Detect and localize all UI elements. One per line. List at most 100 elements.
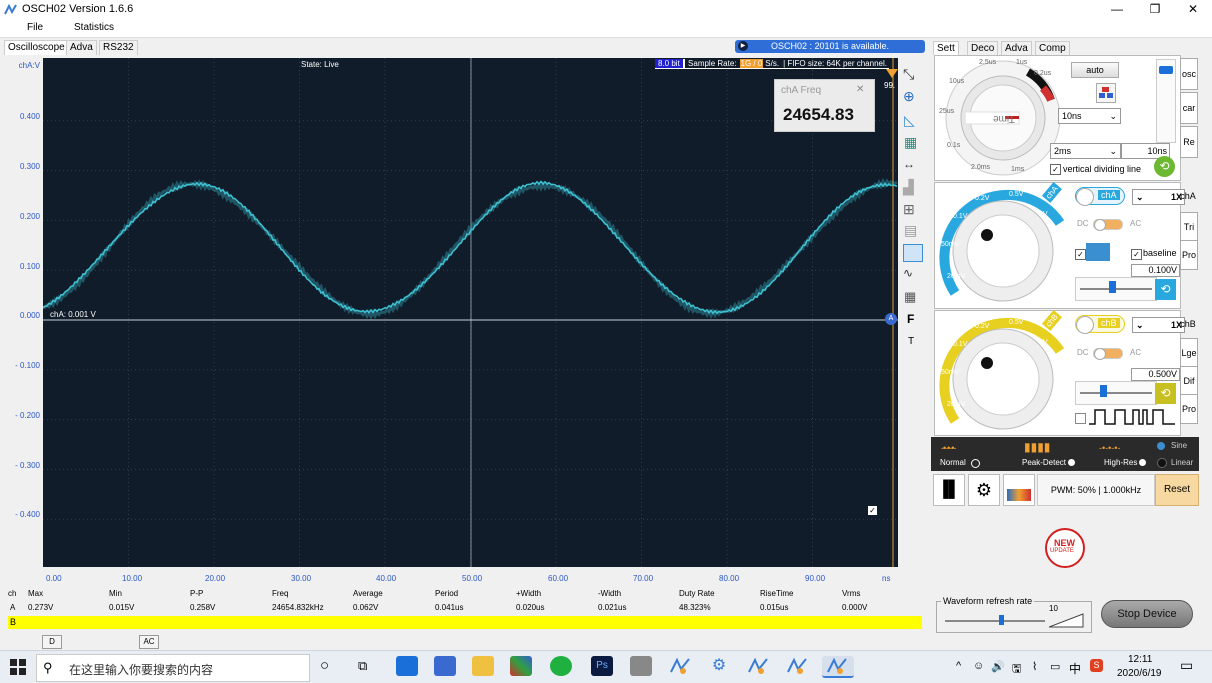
- refresh-rate-thumb[interactable]: [999, 615, 1004, 625]
- reset-button[interactable]: Reset: [1155, 474, 1199, 506]
- channel-a-toggle[interactable]: chA: [1075, 187, 1125, 206]
- network-tool-icon[interactable]: ⚙: [708, 656, 730, 676]
- side-button-lge[interactable]: Lge: [1180, 338, 1198, 368]
- side-button-pro-b[interactable]: Pro: [1180, 394, 1198, 424]
- table-icon[interactable]: ▦: [904, 289, 916, 305]
- checkbox-icon[interactable]: ✓: [868, 506, 877, 515]
- t-marker[interactable]: T: [908, 336, 914, 347]
- waveform-icon[interactable]: ∿: [903, 266, 913, 280]
- save-icon[interactable]: ▤: [904, 222, 917, 239]
- media-player-icon[interactable]: [550, 656, 572, 676]
- close-icon[interactable]: ✕: [856, 84, 864, 95]
- tray-app-icon[interactable]: ☺: [973, 660, 984, 672]
- mode-normal-radio[interactable]: [971, 459, 980, 468]
- channel-a-reset-icon[interactable]: ⟲: [1155, 279, 1176, 300]
- notification-icon[interactable]: ▭: [1180, 657, 1193, 674]
- tab-advanced[interactable]: Adva: [66, 40, 97, 55]
- task-view-icon[interactable]: ⧉: [358, 658, 367, 674]
- trigger-marker-icon[interactable]: [886, 69, 898, 79]
- taskbar-search-box[interactable]: ⚲ 在这里输入你要搜索的内容: [36, 654, 310, 682]
- channel-a-volt-div[interactable]: 0.100V: [1131, 264, 1180, 277]
- mail-app-icon[interactable]: [396, 656, 418, 676]
- clock-time[interactable]: 12:11: [1128, 654, 1152, 665]
- mode-peak-radio[interactable]: [1068, 459, 1075, 466]
- stop-device-button[interactable]: Stop Device: [1101, 600, 1193, 628]
- channel-b-reset-icon[interactable]: ⟲: [1155, 383, 1176, 404]
- auto-button[interactable]: auto: [1071, 62, 1119, 78]
- channel-b-volt-div[interactable]: 0.500V: [1131, 368, 1180, 381]
- sine-radio[interactable]: [1157, 442, 1165, 450]
- refresh-icon[interactable]: ⟲: [1154, 156, 1175, 177]
- digital-button[interactable]: D: [42, 635, 62, 649]
- linear-radio[interactable]: [1157, 458, 1167, 468]
- tab-settings[interactable]: Sett: [933, 41, 959, 55]
- antivirus-icon[interactable]: S: [1090, 659, 1103, 672]
- file-explorer-icon[interactable]: [472, 656, 494, 676]
- screenshot-icon[interactable]: [903, 244, 923, 262]
- close-button[interactable]: ✕: [1176, 0, 1210, 19]
- side-button-chb[interactable]: chB: [1180, 310, 1196, 338]
- channel-b-probe-select[interactable]: ⌄ 1X: [1132, 317, 1185, 333]
- colorful-app-icon[interactable]: [510, 656, 532, 676]
- wave-checkbox[interactable]: ✓: [1075, 249, 1086, 260]
- menu-statistics[interactable]: Statistics: [74, 22, 114, 33]
- photoshop-icon[interactable]: Ps: [591, 656, 613, 676]
- channel-b-offset-slider[interactable]: [1075, 381, 1157, 405]
- spectrum-icon[interactable]: ▟: [903, 179, 914, 196]
- timebase-slider[interactable]: [1156, 59, 1176, 143]
- battery-icon[interactable]: ▭: [1050, 660, 1060, 673]
- fullscreen-icon[interactable]: ⤡: [903, 66, 914, 83]
- dc-ac-switch[interactable]: [1093, 348, 1123, 360]
- time-div-select[interactable]: 10ns ⌄: [1058, 108, 1121, 124]
- tab-compare[interactable]: Comp: [1035, 41, 1070, 55]
- osc-app-icon-2[interactable]: [747, 656, 769, 676]
- minimize-button[interactable]: —: [1100, 0, 1134, 19]
- tab-oscilloscope[interactable]: Oscilloscope: [4, 40, 69, 55]
- settings-gear-icon[interactable]: ⚙: [968, 474, 1000, 506]
- side-button-osc[interactable]: osc: [1180, 58, 1198, 90]
- ime-indicator[interactable]: 中: [1069, 660, 1081, 677]
- pen-icon[interactable]: ⌇: [1032, 660, 1037, 673]
- grid-icon[interactable]: ▦: [904, 134, 917, 151]
- vertical-line-checkbox[interactable]: ✓: [1050, 164, 1061, 175]
- channel-a-offset-slider[interactable]: [1075, 277, 1157, 301]
- tab-advanced-right[interactable]: Adva: [1001, 41, 1032, 55]
- f-marker[interactable]: F: [907, 312, 914, 326]
- zoom-icon[interactable]: ⊕: [903, 88, 915, 105]
- device-icon[interactable]: 🖫: [1012, 660, 1021, 679]
- new-update-badge[interactable]: NEW UPDATE: [1045, 528, 1085, 568]
- tray-expand-icon[interactable]: ^: [956, 660, 961, 672]
- side-button-tri[interactable]: Tri: [1180, 212, 1198, 242]
- oscilloscope-screen[interactable]: State: Live 8.0 bit Sample Rate: 1G / 0 S/…: [43, 58, 898, 567]
- side-button-pro-a[interactable]: Pro: [1180, 240, 1198, 270]
- side-button-re[interactable]: Re: [1180, 126, 1198, 158]
- layout-icon[interactable]: ⊞: [903, 201, 915, 218]
- windows-start-icon[interactable]: [10, 659, 26, 675]
- ruler-icon[interactable]: ◺: [904, 112, 915, 129]
- mode-highres-radio[interactable]: [1139, 459, 1146, 466]
- restore-button[interactable]: ❐: [1138, 0, 1172, 19]
- tab-decode[interactable]: Deco: [967, 41, 999, 55]
- baseline-checkbox[interactable]: ✓: [1131, 249, 1142, 260]
- channel-a-marker[interactable]: A: [885, 313, 897, 325]
- dc-ac-switch[interactable]: [1093, 219, 1123, 231]
- volume-icon[interactable]: 🔊: [991, 660, 1005, 673]
- trigger-mode-icon[interactable]: [1096, 83, 1116, 103]
- side-button-car[interactable]: car: [1180, 92, 1198, 124]
- channel-b-toggle[interactable]: chB: [1075, 315, 1125, 334]
- channel-a-probe-select[interactable]: ⌄ 1X: [1132, 189, 1185, 205]
- cortana-icon[interactable]: ○: [320, 657, 329, 674]
- slider-thumb[interactable]: [1109, 281, 1116, 293]
- clock-date[interactable]: 2020/6/19: [1117, 668, 1162, 679]
- tab-rs232[interactable]: RS232: [99, 40, 138, 55]
- digital-checkbox[interactable]: [1075, 413, 1086, 424]
- measure-width-icon[interactable]: ↔: [903, 157, 915, 171]
- osc-app-icon-1[interactable]: [669, 656, 691, 676]
- disk-tool-icon[interactable]: [630, 656, 652, 676]
- menu-file[interactable]: File: [27, 22, 43, 33]
- pwm-output-display[interactable]: PWM: 50% | 1.000kHz: [1037, 474, 1155, 506]
- side-button-cha[interactable]: chA: [1180, 182, 1196, 210]
- osc-app-icon-active[interactable]: [822, 656, 854, 678]
- side-button-dif[interactable]: Dif: [1180, 366, 1198, 396]
- feather-app-icon[interactable]: [434, 656, 456, 676]
